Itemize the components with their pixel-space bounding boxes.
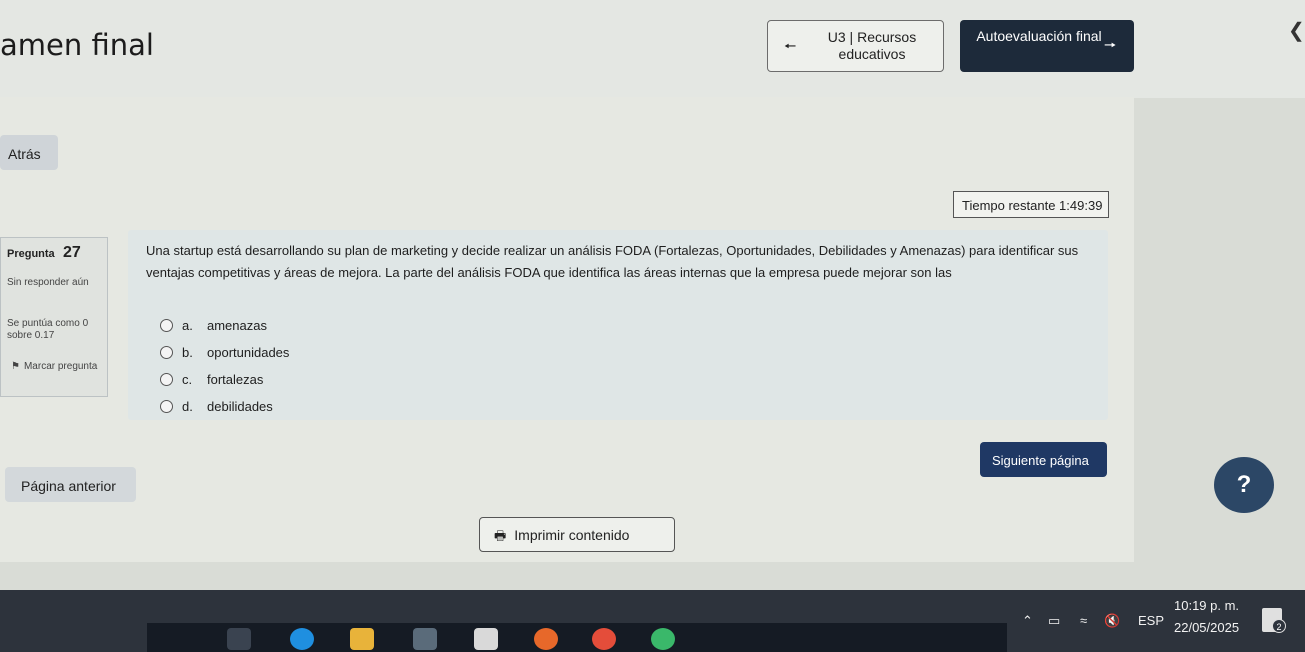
next-page-button[interactable]: Siguiente página	[980, 442, 1107, 477]
print-content-label: Imprimir contenido	[514, 527, 630, 543]
task-view-icon[interactable]	[227, 628, 251, 650]
help-button[interactable]: ?	[1214, 457, 1274, 513]
prev-activity-label: U3 | Recursos educativos	[827, 29, 917, 62]
notification-count-badge: 2	[1272, 619, 1286, 633]
question-score: Se puntúa como 0 sobre 0.17	[7, 318, 89, 341]
flag-question-label: Marcar pregunta	[23, 361, 98, 372]
timer-display: Tiempo restante 1:49:39	[953, 191, 1109, 218]
mail-icon[interactable]	[474, 628, 498, 650]
answer-letter: a.	[182, 318, 193, 333]
next-activity-button[interactable]: Autoevaluación final 🠖	[960, 20, 1134, 72]
wifi-icon[interactable]: ≈	[1080, 613, 1087, 628]
print-content-button[interactable]: 🖶 Imprimir contenido	[479, 517, 675, 552]
drawer-chevron-left-icon[interactable]: ❮	[1288, 18, 1305, 43]
next-activity-label: Autoevaluación final	[976, 28, 1102, 44]
battery-icon[interactable]: ▭	[1048, 613, 1060, 629]
question-number: 27	[63, 244, 81, 261]
question-text: Una startup está desarrollando su plan d…	[146, 243, 1079, 280]
radio-button[interactable]	[160, 319, 173, 332]
answer-letter: d.	[182, 399, 193, 414]
store-icon[interactable]	[413, 628, 437, 650]
arrow-right-icon: 🠖	[1104, 37, 1117, 53]
arrow-left-icon: 🠔	[784, 38, 797, 54]
clock-time[interactable]: 10:19 p. m.	[1174, 598, 1239, 613]
back-button[interactable]: Atrás	[0, 135, 58, 170]
radio-button[interactable]	[160, 400, 173, 413]
volume-muted-icon[interactable]: 🔇	[1104, 613, 1120, 629]
flag-question-link[interactable]: ⚑ Marcar pregunta	[11, 359, 107, 374]
question-label: Pregunta	[7, 248, 55, 260]
opera-icon[interactable]	[592, 628, 616, 650]
clock-date[interactable]: 22/05/2025	[1174, 620, 1239, 635]
answer-text: debilidades	[207, 399, 273, 414]
file-explorer-icon[interactable]	[350, 628, 374, 650]
prev-activity-button[interactable]: 🠔 U3 | Recursos educativos	[767, 20, 944, 72]
answer-letter: c.	[182, 372, 193, 387]
chrome-icon[interactable]	[651, 628, 675, 650]
prev-page-button[interactable]: Página anterior	[5, 467, 136, 502]
question-info-panel: Pregunta 27 Sin responder aún Se puntúa …	[0, 237, 108, 397]
printer-icon: 🖶	[494, 528, 507, 543]
taskbar-app-strip	[147, 623, 1007, 652]
page-title: amen final	[0, 28, 154, 62]
firefox-icon[interactable]	[534, 628, 558, 650]
answer-letter: b.	[182, 345, 193, 360]
radio-button[interactable]	[160, 373, 173, 386]
answer-text: amenazas	[207, 318, 267, 333]
question-state: Sin responder aún	[7, 277, 89, 288]
language-indicator[interactable]: ESP	[1138, 613, 1164, 628]
flag-icon: ⚑	[11, 361, 20, 372]
tray-chevron-up-icon[interactable]: ⌃	[1022, 613, 1033, 629]
edge-browser-icon[interactable]	[290, 628, 314, 650]
answer-text: fortalezas	[207, 372, 264, 387]
radio-button[interactable]	[160, 346, 173, 359]
answer-text: oportunidades	[207, 345, 290, 360]
